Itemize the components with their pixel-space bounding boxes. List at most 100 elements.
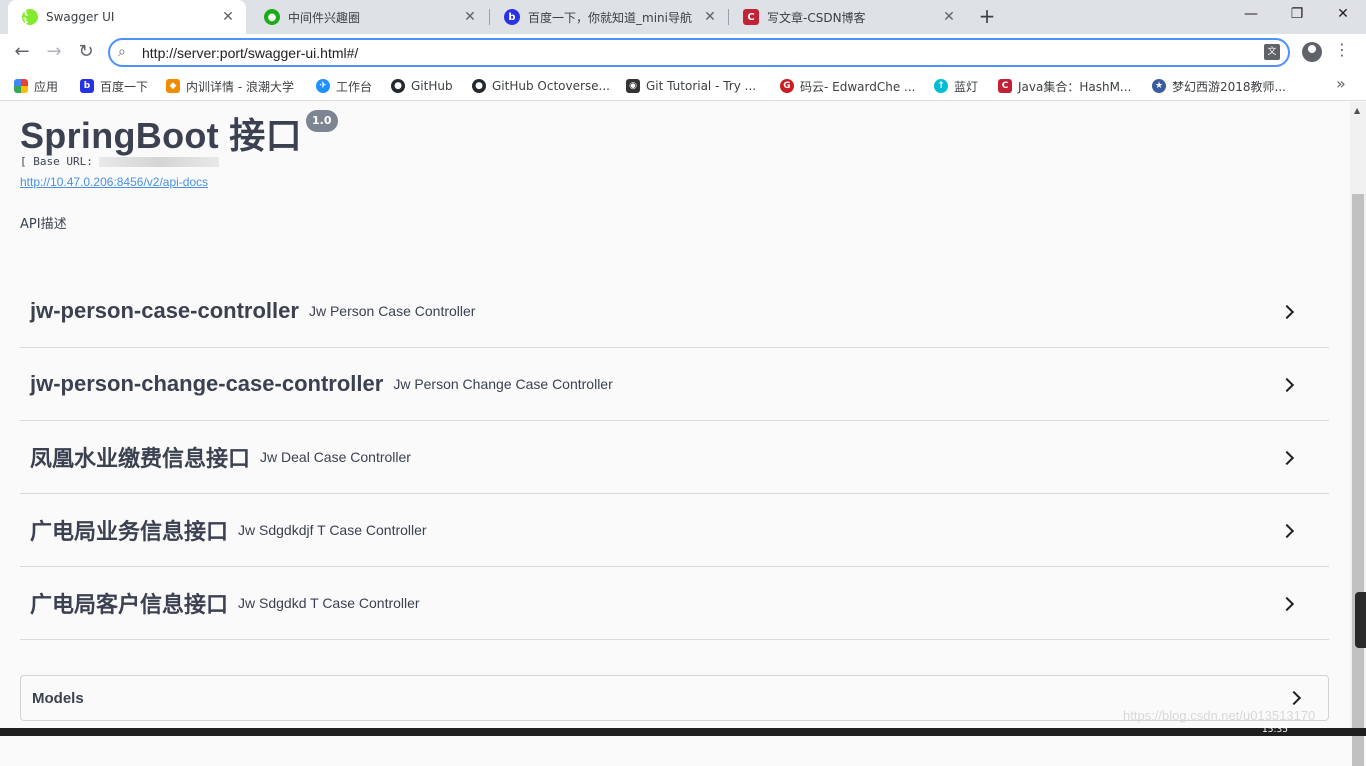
- base-url: [ Base URL:: [20, 155, 219, 168]
- base-url-label: [ Base URL:: [20, 155, 93, 168]
- bookmarks-overflow-icon[interactable]: »: [1336, 74, 1346, 93]
- chevron-right-icon[interactable]: [1279, 304, 1295, 320]
- chevron-right-icon[interactable]: [1279, 450, 1295, 466]
- bookmark-label: 内训详情 - 浪潮大学: [186, 79, 294, 94]
- swagger-page: SpringBoot 接口 1.0 [ Base URL: http://10.…: [0, 102, 1350, 728]
- controller-description: Jw Deal Case Controller: [260, 449, 411, 465]
- tab-title: Swagger UI: [46, 10, 115, 24]
- bookmark-baidu[interactable]: b 百度一下: [80, 76, 148, 96]
- controller-description: Jw Person Change Case Controller: [393, 376, 613, 392]
- restore-button[interactable]: ❐: [1274, 0, 1320, 30]
- chevron-right-icon[interactable]: [1279, 377, 1295, 393]
- bookmark-github-octoverse[interactable]: ● GitHub Octoverse...: [472, 76, 610, 96]
- minimize-button[interactable]: —: [1228, 0, 1274, 30]
- bookmark-label: 蓝灯: [954, 79, 979, 94]
- chevron-right-icon[interactable]: [1279, 596, 1295, 612]
- bookmarks-bar: 应用 b 百度一下 ◆ 内训详情 - 浪潮大学 ✈ 工作台 ● GitHub ●…: [0, 70, 1366, 101]
- controller-name: 凤凰水业缴费信息接口: [30, 446, 251, 471]
- bookmark-label: GitHub: [411, 79, 453, 93]
- bookmark-git-tutorial[interactable]: ◉ Git Tutorial - Try ...: [626, 76, 756, 96]
- octocat-icon: ◉: [626, 79, 640, 93]
- bookmark-java-hashmap[interactable]: C Java集合：HashM...: [998, 76, 1131, 96]
- bookmark-apps[interactable]: 应用: [14, 76, 58, 96]
- controller-header: jw-person-change-case-controller Jw Pers…: [30, 348, 613, 420]
- github-icon: ●: [391, 79, 405, 93]
- controller-description: Jw Sdgdkdjf T Case Controller: [238, 522, 427, 538]
- controller-description: Jw Person Case Controller: [308, 303, 476, 319]
- controller-header: 凤凰水业缴费信息接口 Jw Deal Case Controller: [30, 421, 411, 493]
- bookmark-inspur[interactable]: ◆ 内训详情 - 浪潮大学: [166, 76, 294, 96]
- controller-header: jw-person-case-controller Jw Person Case…: [30, 275, 475, 347]
- csdn-icon: C: [998, 79, 1012, 93]
- wechat-icon: ●: [264, 9, 280, 25]
- account-icon[interactable]: [1302, 42, 1322, 62]
- scrollbar-thumb[interactable]: [1352, 194, 1364, 766]
- taskbar-clock: 15:35: [1262, 725, 1288, 735]
- api-docs-link[interactable]: http://10.47.0.206:8456/v2/api-docs: [20, 175, 208, 189]
- tab-title: 百度一下，你就知道_mini导航: [528, 10, 692, 25]
- more-menu-icon[interactable]: ⋮: [1334, 40, 1350, 59]
- chevron-right-icon[interactable]: [1279, 523, 1295, 539]
- tab-csdn[interactable]: C 写文章-CSDN博客 ✕: [729, 0, 967, 34]
- forward-button[interactable]: →: [40, 38, 68, 66]
- close-icon[interactable]: ✕: [220, 9, 236, 25]
- address-bar[interactable]: ⌕ 文: [108, 38, 1290, 67]
- tab-swagger-ui[interactable]: { } Swagger UI ✕: [8, 0, 246, 34]
- close-icon[interactable]: ✕: [941, 9, 957, 25]
- translate-icon[interactable]: 文: [1264, 44, 1280, 60]
- bookmark-label: GitHub Octoverse...: [492, 79, 610, 93]
- controller-name: 广电局客户信息接口: [30, 592, 229, 617]
- tab-title: 写文章-CSDN博客: [767, 10, 866, 25]
- reload-button[interactable]: ↻: [72, 38, 100, 66]
- controller-jw-person-change-case[interactable]: jw-person-change-case-controller Jw Pers…: [20, 348, 1329, 421]
- controller-name: jw-person-case-controller: [30, 298, 299, 323]
- bookmark-label: Java集合：HashM...: [1018, 79, 1132, 94]
- new-tab-button[interactable]: +: [975, 5, 999, 29]
- controller-header: 广电局业务信息接口 Jw Sdgdkdjf T Case Controller: [30, 494, 427, 566]
- swagger-icon: { }: [22, 6, 38, 28]
- bookmark-label: Git Tutorial - Try ...: [646, 79, 757, 93]
- csdn-watermark: https://blog.csdn.net/u013513170: [1123, 708, 1316, 723]
- chevron-right-icon[interactable]: [1286, 690, 1302, 706]
- browser-toolbar: ← → ↻ ⌕ 文 ⋮: [0, 34, 1366, 70]
- tab-baidu[interactable]: b 百度一下，你就知道_mini导航 ✕: [490, 0, 728, 34]
- lantern-icon: ↑: [934, 79, 948, 93]
- bookmark-label: 梦幻西游2018教师...: [1172, 79, 1286, 94]
- baidu-icon: b: [504, 9, 520, 25]
- tab-title: 中间件兴趣圈: [288, 10, 361, 25]
- bookmark-label: 百度一下: [100, 79, 149, 94]
- baidu-icon: b: [80, 79, 94, 93]
- controller-description: Jw Sdgdkd T Case Controller: [238, 595, 420, 611]
- redacted-base-url: [98, 157, 219, 167]
- apps-grid-icon: [14, 79, 28, 93]
- models-label: Models: [32, 690, 84, 707]
- tab-strip: { } Swagger UI ✕ ● 中间件兴趣圈 ✕ b 百度一下，你就知道_…: [0, 0, 1366, 34]
- bookmark-github[interactable]: ● GitHub: [391, 76, 453, 96]
- controller-broadcast-customer[interactable]: 广电局客户信息接口 Jw Sdgdkd T Case Controller: [20, 567, 1329, 640]
- back-button[interactable]: ←: [8, 38, 36, 66]
- bookmark-lantern[interactable]: ↑ 蓝灯: [934, 76, 978, 96]
- controller-fenghuang-water[interactable]: 凤凰水业缴费信息接口 Jw Deal Case Controller: [20, 421, 1329, 494]
- scroll-up-icon[interactable]: ▲: [1354, 106, 1360, 115]
- close-icon[interactable]: ✕: [702, 9, 718, 25]
- side-widget: [1355, 592, 1366, 648]
- controller-header: 广电局客户信息接口 Jw Sdgdkd T Case Controller: [30, 567, 420, 639]
- api-title: SpringBoot 接口: [20, 115, 302, 156]
- controller-broadcast-business[interactable]: 广电局业务信息接口 Jw Sdgdkdjf T Case Controller: [20, 494, 1329, 567]
- url-input[interactable]: [142, 43, 1242, 63]
- bookmark-game[interactable]: ★ 梦幻西游2018教师...: [1152, 76, 1286, 96]
- close-icon[interactable]: ✕: [462, 9, 478, 25]
- bird-icon: ✈: [316, 79, 330, 93]
- bookmark-gitee[interactable]: G 码云- EdwardChe ...: [780, 76, 915, 96]
- os-taskbar: 15:35: [0, 725, 1366, 736]
- gitee-icon: G: [780, 79, 794, 93]
- csdn-icon: C: [743, 9, 759, 25]
- close-window-button[interactable]: ✕: [1320, 0, 1366, 30]
- search-icon: ⌕: [118, 44, 126, 60]
- bookmark-workbench[interactable]: ✈ 工作台: [316, 76, 372, 96]
- controller-jw-person-case[interactable]: jw-person-case-controller Jw Person Case…: [20, 275, 1329, 348]
- bookmark-label: 应用: [34, 79, 59, 94]
- controller-name: 广电局业务信息接口: [30, 519, 229, 544]
- tab-middleware[interactable]: ● 中间件兴趣圈 ✕: [250, 0, 488, 34]
- github-icon: ●: [472, 79, 486, 93]
